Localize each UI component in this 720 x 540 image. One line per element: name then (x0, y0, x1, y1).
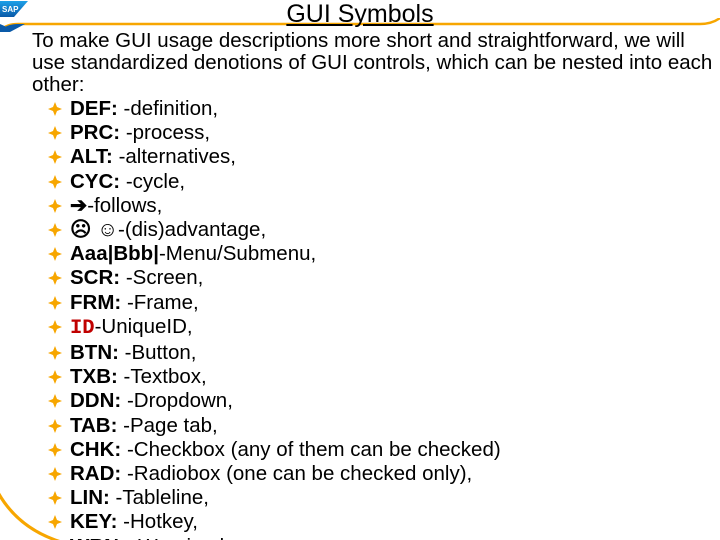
symbol-prefix: DDN: (70, 389, 127, 412)
symbol-description: -definition, (124, 97, 219, 120)
symbol-code: ID (70, 317, 95, 340)
bullet-item: RAD: -Radiobox (one can be checked only)… (52, 462, 718, 486)
star-bullet-icon (48, 247, 62, 261)
bullet-item: Aaa|Bbb|-Menu/Submenu, (52, 242, 718, 266)
bullet-item: LIN: -Tableline, (52, 486, 718, 510)
symbol-description: -process, (126, 121, 210, 144)
symbol-description: -UniqueID, (95, 315, 193, 338)
bullet-item: TAB: -Page tab, (52, 414, 718, 438)
star-bullet-icon (48, 126, 62, 140)
symbol-description: -follows, (87, 194, 162, 217)
star-bullet-icon (48, 199, 62, 213)
star-bullet-icon (48, 443, 62, 457)
bullet-item: SCR: -Screen, (52, 266, 718, 290)
bullet-item: KEY: -Hotkey, (52, 510, 718, 534)
symbol-description: -alternatives, (119, 145, 236, 168)
bullet-item: DDN: -Dropdown, (52, 389, 718, 413)
bullet-item: ➔-follows, (52, 194, 718, 218)
bullet-item: FRM: -Frame, (52, 291, 718, 315)
bullet-item: CYC: -cycle, (52, 170, 718, 194)
symbol-prefix: BTN: (70, 341, 125, 364)
star-bullet-icon (48, 175, 62, 189)
symbol-prefix: RAD: (70, 462, 127, 485)
symbol-prefix: LIN: (70, 486, 116, 509)
symbol-prefix: SCR: (70, 266, 126, 289)
symbol-prefix: WRN: (70, 535, 131, 540)
bullet-item: DEF: -definition, (52, 97, 718, 121)
symbol-description: -Tableline, (116, 486, 209, 509)
symbol-description: -Radiobox (one can be checked only), (127, 462, 472, 485)
symbol-prefix: ALT: (70, 145, 119, 168)
star-bullet-icon (48, 346, 62, 360)
symbol-prefix: DEF: (70, 97, 124, 120)
star-bullet-icon (48, 394, 62, 408)
symbol-prefix: ☹ ☺ (70, 218, 118, 241)
symbol-description: -Checkbox (any of them can be checked) (127, 438, 501, 461)
symbol-prefix: Aaa|Bbb| (70, 242, 159, 265)
symbol-prefix: TAB: (70, 414, 123, 437)
symbol-description: -Menu/Submenu, (159, 242, 316, 265)
star-bullet-icon (48, 271, 62, 285)
symbol-prefix: CHK: (70, 438, 127, 461)
star-bullet-icon (48, 370, 62, 384)
slide: SAP GUI Symbols To make GUI usage descri… (0, 0, 720, 540)
star-bullet-icon (48, 296, 62, 310)
bullet-list: DEF: -definition,PRC: -process,ALT: -alt… (32, 97, 718, 540)
symbol-description: -Screen, (126, 266, 203, 289)
star-bullet-icon (48, 102, 62, 116)
symbol-description: -Textbox, (124, 365, 207, 388)
symbol-description: -cycle, (126, 170, 185, 193)
symbol-prefix: ➔ (70, 194, 87, 217)
star-bullet-icon (48, 320, 62, 334)
symbol-description: -Button, (125, 341, 197, 364)
star-bullet-icon (48, 467, 62, 481)
symbol-prefix: KEY: (70, 510, 123, 533)
star-bullet-icon (48, 150, 62, 164)
symbol-prefix: CYC: (70, 170, 126, 193)
symbol-description: -Frame, (127, 291, 199, 314)
star-bullet-icon (48, 419, 62, 433)
symbol-description: -Warning box (131, 535, 252, 540)
symbol-prefix: TXB: (70, 365, 124, 388)
symbol-prefix: PRC: (70, 121, 126, 144)
bullet-item: TXB: -Textbox, (52, 365, 718, 389)
star-bullet-icon (48, 491, 62, 505)
bullet-item: BTN: -Button, (52, 341, 718, 365)
bullet-item: ALT: -alternatives, (52, 145, 718, 169)
bullet-item: ID-UniqueID, (52, 315, 718, 341)
symbol-description: -(dis)advantage, (118, 218, 266, 241)
intro-text: To make GUI usage descriptions more shor… (32, 30, 718, 96)
slide-body: To make GUI usage descriptions more shor… (32, 30, 718, 540)
bullet-item: WRN: -Warning box (52, 535, 718, 540)
symbol-prefix: FRM: (70, 291, 127, 314)
bullet-item: ☹ ☺-(dis)advantage, (52, 218, 718, 242)
symbol-description: -Dropdown, (127, 389, 233, 412)
symbol-description: -Page tab, (123, 414, 218, 437)
slide-title: GUI Symbols (0, 0, 720, 28)
bullet-item: PRC: -process, (52, 121, 718, 145)
bullet-item: CHK: -Checkbox (any of them can be check… (52, 438, 718, 462)
symbol-description: -Hotkey, (123, 510, 198, 533)
star-bullet-icon (48, 515, 62, 529)
star-bullet-icon (48, 223, 62, 237)
